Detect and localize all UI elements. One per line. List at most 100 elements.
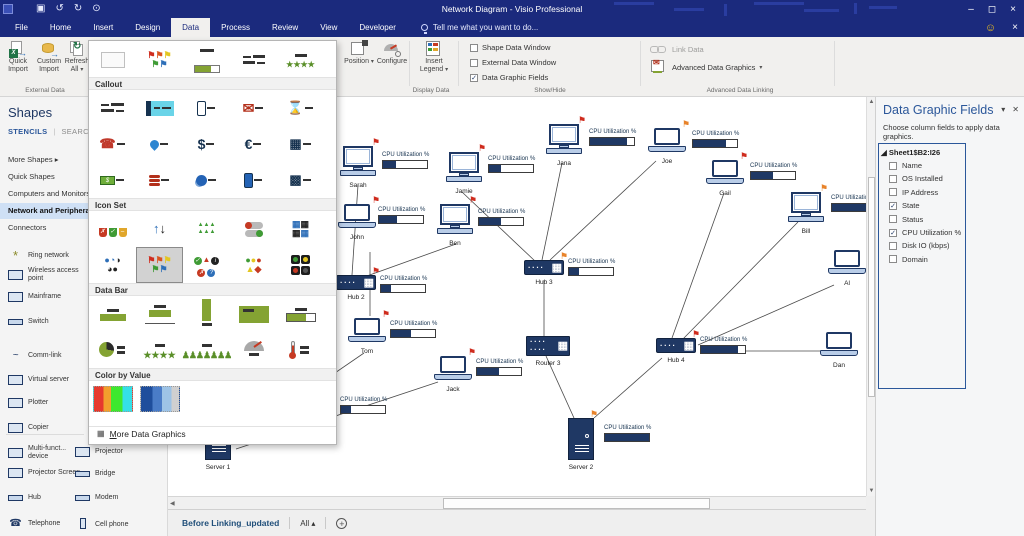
redo-icon[interactable]: ↻ (74, 0, 82, 18)
external-data-window-checkbox[interactable] (470, 59, 478, 67)
field-status[interactable]: Status (889, 215, 923, 224)
shape-bridge[interactable]: Bridge (75, 470, 163, 478)
none-graphic[interactable] (89, 43, 136, 77)
pane-close-icon[interactable]: ✕ (1012, 105, 1019, 114)
status-checkbox[interactable] (889, 215, 897, 223)
node-hub-3[interactable]: ····▦ (524, 260, 564, 275)
thumbs-icon-set[interactable]: ↑↓ (136, 211, 183, 247)
calendar-callout[interactable]: ▦ (277, 126, 324, 162)
shape-plotter[interactable]: Plotter (8, 398, 96, 408)
vertical-scrollbar[interactable]: ▲ ▼ (866, 97, 875, 496)
node-server-2[interactable] (568, 418, 594, 460)
node-tom[interactable] (348, 318, 386, 342)
node-jamie[interactable] (446, 152, 482, 182)
checkbox-shape-data-window[interactable]: Shape Data Window (470, 43, 550, 52)
thermometer-data-bar[interactable] (277, 332, 324, 368)
button-refresh-all[interactable]: ↻RefreshAll ▾ (64, 40, 90, 74)
undo-icon[interactable]: ↺ (55, 0, 63, 18)
tab-data[interactable]: Data (171, 18, 210, 37)
scroll-left-arrow[interactable]: ◀ (170, 500, 175, 507)
node-hub-4[interactable]: ····▦ (656, 338, 696, 353)
map-pin-callout[interactable] (136, 126, 183, 162)
tab-developer[interactable]: Developer (348, 18, 406, 37)
os-installed-checkbox[interactable] (889, 175, 897, 183)
tab-file[interactable]: File (4, 18, 39, 37)
node-jack[interactable] (434, 356, 472, 380)
tab-process[interactable]: Process (210, 18, 261, 37)
feedback-smiley-icon[interactable]: ☺ (985, 22, 996, 34)
horizontal-scrollbar[interactable]: ◀ (168, 496, 866, 509)
toggle-icon-set[interactable] (230, 211, 277, 247)
shape-mainframe[interactable]: Mainframe (8, 292, 96, 302)
progress-data-bar[interactable] (277, 296, 324, 332)
device-callout[interactable] (230, 162, 277, 198)
name-checkbox[interactable] (889, 162, 897, 170)
traffic-light-icon-set[interactable] (277, 247, 324, 283)
people-data-bar[interactable]: ♟♟♟♟♟♟♟ (183, 332, 230, 368)
state-checkbox[interactable]: ✓ (889, 202, 897, 210)
field-cpu-utilization[interactable]: ✓CPU Utilization % (889, 228, 961, 237)
pie-icon-set[interactable]: ●◔◑◕● (89, 247, 136, 283)
shape-projector[interactable]: Projector (75, 447, 163, 457)
symbol-icon-set[interactable]: ✓▲i✗? (183, 247, 230, 283)
field-name[interactable]: Name (889, 161, 922, 170)
tab-view[interactable]: View (309, 18, 348, 37)
save-icon[interactable]: ▣ (36, 0, 45, 18)
node-joe[interactable] (648, 128, 686, 152)
button-configure[interactable]: Configure (376, 40, 408, 66)
pane-menu-icon[interactable]: ▾ (1001, 105, 1005, 114)
all-pages-button[interactable]: All ▴ (300, 519, 315, 528)
star-preview[interactable]: ★★★★ (277, 43, 324, 77)
button-custom-import[interactable]: →CustomImport (34, 40, 64, 74)
node-al[interactable] (828, 250, 866, 274)
shape-icon-set[interactable]: ●●●▲◆ (230, 247, 277, 283)
speedometer-data-bar[interactable] (230, 332, 277, 368)
ip-address-checkbox[interactable] (889, 188, 897, 196)
close-button[interactable]: × (1010, 4, 1016, 15)
shape-virtual-server[interactable]: Virtual server (8, 375, 96, 385)
shape-switch[interactable]: Switch (8, 318, 96, 326)
checkbox-external-data-window[interactable]: External Data Window (470, 58, 556, 67)
shape-modem[interactable]: Modem (75, 494, 163, 502)
blue-scale[interactable] (136, 381, 183, 417)
highlight-text-callout[interactable] (136, 90, 183, 126)
field-ip-address[interactable]: IP Address (889, 188, 938, 197)
restore-button[interactable]: ◻ (988, 4, 996, 15)
mail-callout[interactable]: ✉ (230, 90, 277, 126)
node-dan[interactable] (820, 332, 858, 356)
databar-preview[interactable] (183, 43, 230, 77)
star-rating-data-bar[interactable]: ★★★★ (136, 332, 183, 368)
flag-preview[interactable]: ⚑⚑⚑⚑⚑ (136, 43, 183, 77)
underline-data-bar[interactable] (136, 296, 183, 332)
shape-cell-phone[interactable]: Cell phone (75, 518, 163, 532)
text-preview[interactable] (230, 43, 277, 77)
flag-icon-set[interactable]: ⚑⚑⚑⚑⚑ (136, 247, 183, 283)
tab-review[interactable]: Review (261, 18, 309, 37)
grid-icon-set[interactable]: ▦▦▦▦ (277, 211, 324, 247)
vertical-data-bar[interactable] (183, 296, 230, 332)
vertical-scroll-thumb[interactable] (868, 177, 875, 397)
multicolor-scale[interactable] (89, 381, 136, 417)
chip-callout[interactable]: ▩ (277, 162, 324, 198)
node-john[interactable] (338, 204, 376, 228)
touch-mode-icon[interactable]: ⊙ (92, 0, 100, 18)
node-gail[interactable] (706, 160, 744, 184)
tree-expander-icon[interactable]: ◢ (881, 148, 889, 157)
mobile-callout[interactable] (183, 90, 230, 126)
disk-io-kbps-checkbox[interactable] (889, 242, 897, 250)
checkbox-data-graphic-fields[interactable]: ✓Data Graphic Fields (470, 73, 548, 82)
shape-copier[interactable]: Copier (8, 423, 96, 433)
shape-comm-link[interactable]: ~Comm-link (8, 350, 96, 361)
tell-me-box[interactable]: Tell me what you want to do... (421, 18, 538, 37)
button-advanced-data-graphics[interactable]: ✉Advanced Data Graphics▾ (650, 60, 762, 74)
tree-root[interactable]: ◢ Sheet1$B2:I26 (881, 148, 940, 157)
shield-icon-set[interactable]: ✗✓– (89, 211, 136, 247)
page-tab-before-linking-updated[interactable]: Before Linking_updated (182, 518, 279, 528)
button-quick-import[interactable]: X→QuickImport (4, 40, 32, 74)
phone-callout[interactable]: ☎ (89, 126, 136, 162)
field-disk-io-kbps[interactable]: Disk IO (kbps) (889, 241, 950, 250)
globe-callout[interactable] (183, 162, 230, 198)
secondary-close-icon[interactable]: × (1012, 22, 1018, 33)
signal-icon-set[interactable]: ▲▲▲▲▲▲ (183, 211, 230, 247)
cpu-utilization-checkbox[interactable]: ✓ (889, 229, 897, 237)
